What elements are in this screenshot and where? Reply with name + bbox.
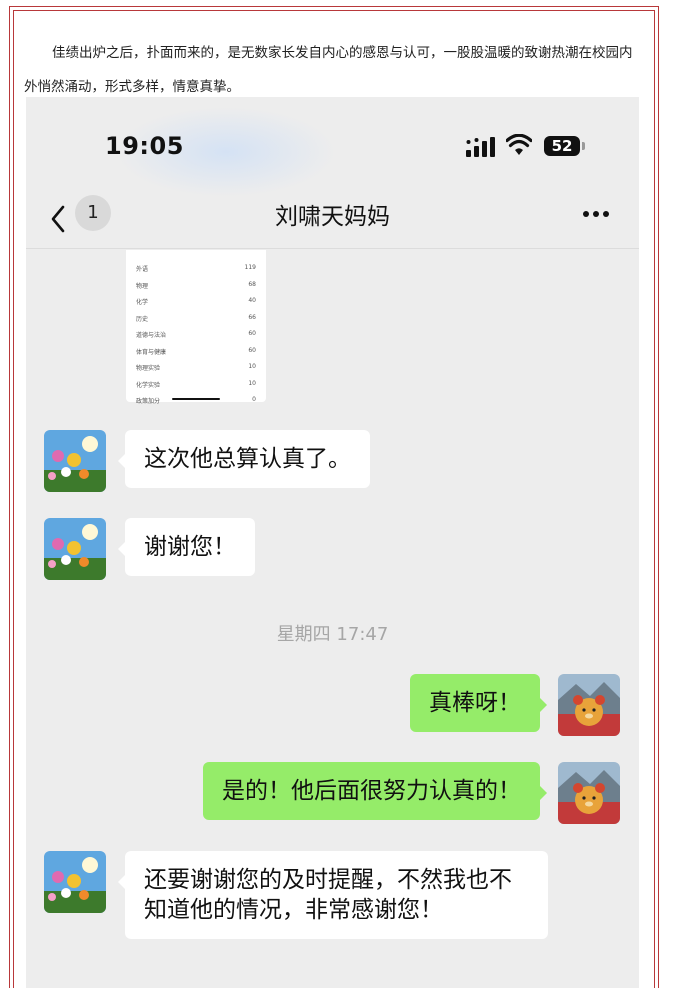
score-row: 体育与健康 60 [136,347,256,361]
score-row: 历史 66 [136,314,256,328]
status-bar: 19:05 52 [26,97,639,192]
bubble-tail [118,454,125,468]
self-avatar[interactable] [558,762,620,824]
bear-avatar-icon [558,674,620,736]
bubble-tail [118,542,125,556]
message-bubble-self[interactable]: 真棒呀！ [410,674,540,732]
battery-icon: 52 [544,136,580,156]
score-row: 政策加分 0 [136,396,256,410]
score-subject: 物理实验 [136,365,161,372]
score-subject: 化学实验 [136,381,161,389]
score-value: 10 [248,363,256,370]
score-screenshot-image[interactable]: 外语 119 物理 68 化学 40 历史 66 道德与法治 60 体育与健康 60 物理实验 10 化学实… [126,250,266,405]
score-row: 物理实验 10 [136,363,256,377]
battery-level: 52 [551,137,573,155]
bubble-tail [540,786,547,800]
bubble-tail [540,698,547,712]
wifi-icon [506,134,532,155]
chat-screenshot: 19:05 52 1 刘啸天妈妈 外语 119 物理 68 化学 40 历史 6… [26,97,639,988]
score-subject: 道德与法治 [136,332,167,339]
score-value: 66 [248,313,256,321]
message-bubble[interactable]: 谢谢您！ [125,518,255,576]
flower-avatar-icon [44,518,106,580]
battery-cap [582,142,585,150]
flower-avatar-icon [44,851,106,913]
score-subject: 物理 [136,282,149,290]
chat-header: 1 刘啸天妈妈 [26,193,639,249]
bubble-tail [118,875,125,889]
message-timestamp: 星期四 17:47 [276,624,389,645]
score-value: 119 [244,264,256,271]
message-bubble[interactable]: 这次他总算认真了。 [125,430,370,488]
score-row: 化学 40 [136,297,256,311]
cellular-signal-icon [466,137,495,157]
score-value: 68 [248,280,256,288]
contact-avatar[interactable] [44,430,106,492]
score-row: 外语 119 [136,264,256,278]
score-subject: 外语 [136,266,149,273]
score-subject: 化学 [136,299,149,306]
score-row: 物理 68 [136,281,256,295]
score-row: 道德与法治 60 [136,330,256,344]
article-intro: 佳绩出炉之后，扑面而来的，是无数家长发自内心的感恩与认可，一股股温暖的致谢热潮在… [24,45,633,95]
message-bubble-self[interactable]: 是的！他后面很努力认真的！ [203,762,540,820]
message-bubble[interactable]: 还要谢谢您的及时提醒，不然我也不知道他的情况，非常感谢您！ [125,851,548,939]
contact-avatar[interactable] [44,851,106,913]
chat-title: 刘啸天妈妈 [275,204,390,230]
contact-avatar[interactable] [44,518,106,580]
score-subject: 历史 [136,315,149,323]
self-avatar[interactable] [558,674,620,736]
score-row: 化学实验 10 [136,380,256,394]
score-value: 10 [248,379,256,387]
bear-avatar-icon [558,762,620,824]
status-time: 19:05 [105,132,184,160]
score-value: 60 [248,346,256,354]
score-value: 0 [252,396,256,403]
flower-avatar-icon [44,430,106,492]
score-value: 60 [248,330,256,337]
more-options-icon[interactable] [582,210,610,218]
score-subject: 体育与健康 [136,348,167,356]
score-value: 40 [248,297,256,304]
score-subject: 政策加分 [136,398,161,405]
